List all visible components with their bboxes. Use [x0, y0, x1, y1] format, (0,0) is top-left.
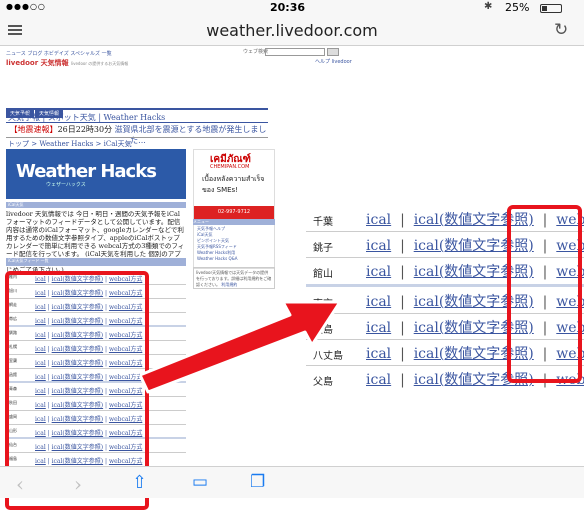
nav-tabs: 天気予報 天気情報: [6, 100, 64, 118]
earthquake-alert: 【地震速報】26日22時30分 滋賀県北部を震源とする地震が発生しました...: [8, 124, 268, 145]
arrow-shape: [140, 300, 340, 394]
reload-icon[interactable]: ↻: [554, 20, 568, 40]
nav-divider: [6, 108, 268, 110]
section-header: iCal天気: [6, 202, 186, 208]
ical-link[interactable]: ical: [366, 320, 391, 336]
battery-percent: 25%: [505, 1, 530, 14]
separator: |: [400, 320, 405, 336]
ical-link[interactable]: ical: [366, 264, 391, 280]
weather-hacks-banner: Weather Hacks ウェザーハックス: [6, 149, 186, 199]
separator: |: [400, 346, 405, 362]
banner-subtitle: ウェザーハックス: [46, 182, 86, 188]
status-bar: ●●●○○ 20:36 ✱ 25%: [0, 0, 584, 16]
search-input[interactable]: [265, 48, 325, 56]
logo-tagline: livedoor の提供するお天気情報: [70, 61, 129, 66]
help-links[interactable]: ヘルプ livedoor: [315, 58, 352, 65]
city-name: 銚子: [313, 243, 333, 254]
ad-tagline: เบื้องหลังความสำเร็จของ SMEs!: [202, 175, 265, 194]
separator: |: [400, 238, 405, 254]
separator: |: [400, 372, 405, 388]
menu-item[interactable]: Weather Hacks Q&A: [193, 256, 275, 262]
battery-level: [542, 6, 547, 11]
battery-icon: [540, 4, 562, 13]
tabs-icon[interactable]: ❐: [250, 472, 265, 492]
separator: |: [400, 212, 405, 228]
address-bar: weather.livedoor.com ↻: [0, 16, 584, 46]
back-icon[interactable]: ‹: [16, 472, 24, 496]
site-logo[interactable]: livedoor 天気情報 livedoor の提供するお天気情報: [6, 58, 128, 68]
bottom-toolbar: ‹ › ⇧ ▭ ❐: [0, 466, 584, 498]
menu-header: メニュー: [193, 219, 275, 225]
search-button[interactable]: [327, 48, 339, 56]
bluetooth-icon: ✱: [484, 1, 493, 12]
logo-text: livedoor 天気情報: [6, 59, 69, 67]
ical-link[interactable]: ical: [366, 294, 391, 310]
banner-title: Weather Hacks: [16, 161, 157, 182]
forward-icon[interactable]: ›: [74, 472, 82, 496]
highlight-box-webcal: [507, 205, 582, 383]
alert-link[interactable]: 滋賀県北部を震源とする地震が発生しました...: [115, 125, 267, 145]
ical-link[interactable]: ical: [366, 372, 391, 388]
signal-strength: ●●●○○: [6, 2, 46, 11]
pointer-arrow-icon: [140, 300, 340, 394]
url-field[interactable]: weather.livedoor.com: [0, 21, 584, 40]
ad-phone: 02-997-9712: [194, 206, 274, 220]
share-icon[interactable]: ⇧: [132, 472, 147, 493]
url-field-container: weather.livedoor.com ↻: [0, 18, 584, 44]
bookmarks-icon[interactable]: ▭: [192, 472, 208, 492]
city-name: 館山: [313, 269, 333, 280]
separator: |: [400, 264, 405, 280]
alert-prefix: 【地震速報】: [9, 125, 58, 134]
alert-divider: [6, 137, 268, 138]
ical-link[interactable]: ical: [366, 238, 391, 254]
ical-link[interactable]: ical: [366, 212, 391, 228]
city-name: 千葉: [313, 217, 333, 228]
sub-nav-divider: [6, 122, 268, 123]
feed-list-header: iCal天気フィード 一覧: [6, 258, 186, 266]
separator: |: [400, 294, 405, 310]
top-nav-links[interactable]: ニュース ブログ ホビデイズ スペシャルズ 一覧: [6, 50, 112, 57]
breadcrumb[interactable]: トップ > Weather Hacks > iCal天気: [8, 139, 132, 149]
alert-time: 26日22時30分: [57, 125, 113, 134]
clock: 20:36: [270, 1, 306, 14]
ad-site: CHEMIPAN.COM: [210, 164, 250, 170]
ical-link[interactable]: ical: [366, 346, 391, 362]
